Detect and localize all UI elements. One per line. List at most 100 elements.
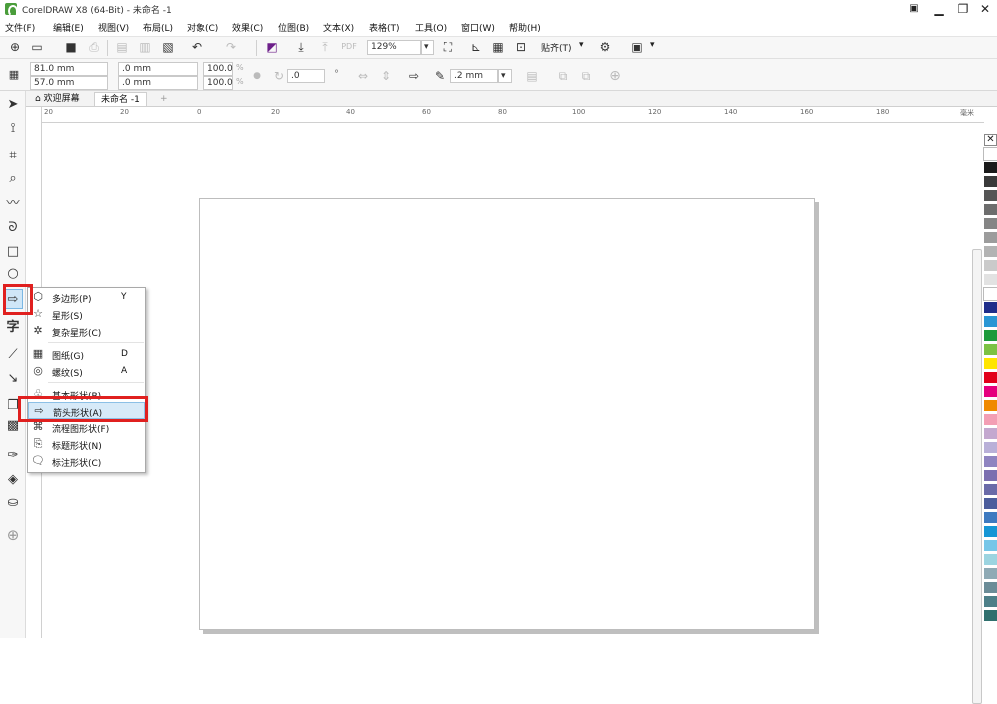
color-swatch[interactable] [984,554,997,566]
flyout-item-graph-paper[interactable]: ▦ 图纸(G) D [28,346,145,363]
mirror-vertical-icon[interactable]: ⇕ [377,67,395,85]
launcher-chevron-icon[interactable]: ▾ [650,40,655,50]
menu-table[interactable]: 表格(T) [369,21,400,34]
color-swatch[interactable] [984,526,997,538]
scale-y-field[interactable]: 100.0 [203,76,233,90]
crop-tool-icon[interactable]: ⌗ [3,146,23,166]
undo-icon[interactable]: ↶ [188,38,206,56]
color-swatch[interactable] [984,162,997,174]
color-swatch[interactable] [984,540,997,552]
show-guidelines-icon[interactable]: ⊡ [512,38,530,56]
redo-icon[interactable]: ↷ [222,38,240,56]
menu-text[interactable]: 文本(X) [323,21,354,34]
color-swatch[interactable] [984,246,997,258]
color-swatch[interactable] [984,596,997,608]
scrollbar-thumb[interactable] [972,249,982,704]
flyout-item-callout-shapes[interactable]: 🗨 标注形状(C) [28,453,145,470]
color-swatch[interactable] [984,442,997,454]
outline-pen-icon[interactable]: ✎ [431,67,449,85]
document-page[interactable] [199,198,815,630]
restore-button[interactable]: ❐ [952,1,974,17]
parallel-dimension-icon[interactable]: ⟋ [3,345,23,365]
color-swatch[interactable] [984,386,997,398]
zoom-tool-icon[interactable]: ⌕ [3,169,23,189]
application-launcher-icon[interactable]: ▣ [628,38,646,56]
freehand-tool-icon[interactable]: 〰 [3,194,23,214]
color-swatch[interactable] [984,190,997,202]
full-screen-icon[interactable]: ⛶ [439,38,457,56]
add-preset-icon[interactable]: ⊕ [606,67,624,85]
color-swatch[interactable] [984,414,997,426]
color-swatch[interactable] [984,568,997,580]
interactive-fill-icon[interactable]: ◈ [3,470,23,490]
lock-ratio-icon[interactable]: ● [248,67,266,85]
color-swatch[interactable] [983,287,997,301]
x-position-field[interactable]: 81.0 mm [30,62,108,76]
menu-object[interactable]: 对象(C) [187,21,218,34]
color-swatch[interactable] [984,582,997,594]
y-position-field[interactable]: 57.0 mm [30,76,108,90]
arrow-shape-picker-icon[interactable]: ⇨ [405,67,423,85]
text-tool-icon[interactable]: 字 [3,318,23,338]
import-icon[interactable]: ⤓ [292,38,310,56]
search-content-icon[interactable]: ◩ [263,38,281,56]
mirror-horizontal-icon[interactable]: ⇔ [354,67,372,85]
menu-bitmap[interactable]: 位图(B) [278,21,309,34]
flyout-item-polygon[interactable]: ⬡ 多边形(P) Y [28,289,145,306]
color-swatch[interactable] [984,610,997,622]
color-swatch[interactable] [984,372,997,384]
color-swatch[interactable] [984,302,997,314]
menu-layout[interactable]: 布局(L) [143,21,173,34]
color-swatch[interactable] [984,274,997,286]
tab-document[interactable]: 未命名 -1 [94,92,147,106]
snap-chevron-icon[interactable]: ▾ [579,40,584,50]
tab-welcome[interactable]: ⌂ 欢迎屏幕 [29,92,86,106]
color-swatch[interactable] [984,400,997,412]
smart-fill-icon[interactable]: ⛀ [3,493,23,513]
color-swatch[interactable] [984,232,997,244]
to-back-icon[interactable]: ⧉ [577,67,595,85]
account-icon[interactable]: ▣ [903,1,925,17]
pick-tool-icon[interactable]: ➤ [3,95,23,115]
color-swatch[interactable] [984,176,997,188]
show-rulers-icon[interactable]: ⊾ [467,38,485,56]
save-icon[interactable]: ■ [62,38,80,56]
outline-width-field[interactable]: .2 mm [450,69,498,83]
color-swatch[interactable] [984,484,997,496]
color-swatch[interactable] [984,344,997,356]
color-swatch[interactable] [984,428,997,440]
color-swatch[interactable] [984,330,997,342]
zoom-level-field[interactable]: 129% [367,40,421,55]
snap-to-dropdown[interactable]: 贴齐(T) [541,41,572,54]
menu-effects[interactable]: 效果(C) [232,21,263,34]
print-icon[interactable]: ⎙ [85,38,103,56]
new-document-icon[interactable]: ⊕ [6,38,24,56]
ellipse-tool-icon[interactable]: ○ [3,264,23,284]
height-field[interactable]: .0 mm [118,76,198,90]
copy-icon[interactable]: ▥ [136,38,154,56]
flyout-item-banner-shapes[interactable]: ⎘ 标题形状(N) [28,436,145,453]
color-swatch[interactable] [984,498,997,510]
eyedropper-icon[interactable]: ✑ [3,446,23,466]
color-swatch[interactable] [984,204,997,216]
flyout-item-star[interactable]: ☆ 星形(S) [28,306,145,323]
outline-width-dropdown-icon[interactable]: ▾ [498,69,512,83]
menu-view[interactable]: 视图(V) [98,21,129,34]
text-wrap-icon[interactable]: ▤ [523,67,541,85]
open-icon[interactable]: ▭ [28,38,46,56]
color-swatch[interactable] [984,470,997,482]
rotation-icon[interactable]: ↻ [270,67,288,85]
options-gear-icon[interactable]: ⚙ [596,38,614,56]
export-icon[interactable]: ⤒ [316,38,334,56]
color-swatch[interactable] [983,147,997,161]
vertical-scrollbar[interactable] [970,124,984,704]
menu-tools[interactable]: 工具(O) [415,21,447,34]
publish-pdf-icon[interactable]: PDF [340,38,358,56]
color-swatch[interactable] [984,316,997,328]
rotation-angle-field[interactable]: .0 [287,69,325,83]
close-button[interactable]: ✕ [974,1,996,17]
rectangle-tool-icon[interactable]: □ [3,242,23,262]
add-tab-button[interactable]: + [154,92,174,106]
color-swatch[interactable] [984,456,997,468]
width-field[interactable]: .0 mm [118,62,198,76]
